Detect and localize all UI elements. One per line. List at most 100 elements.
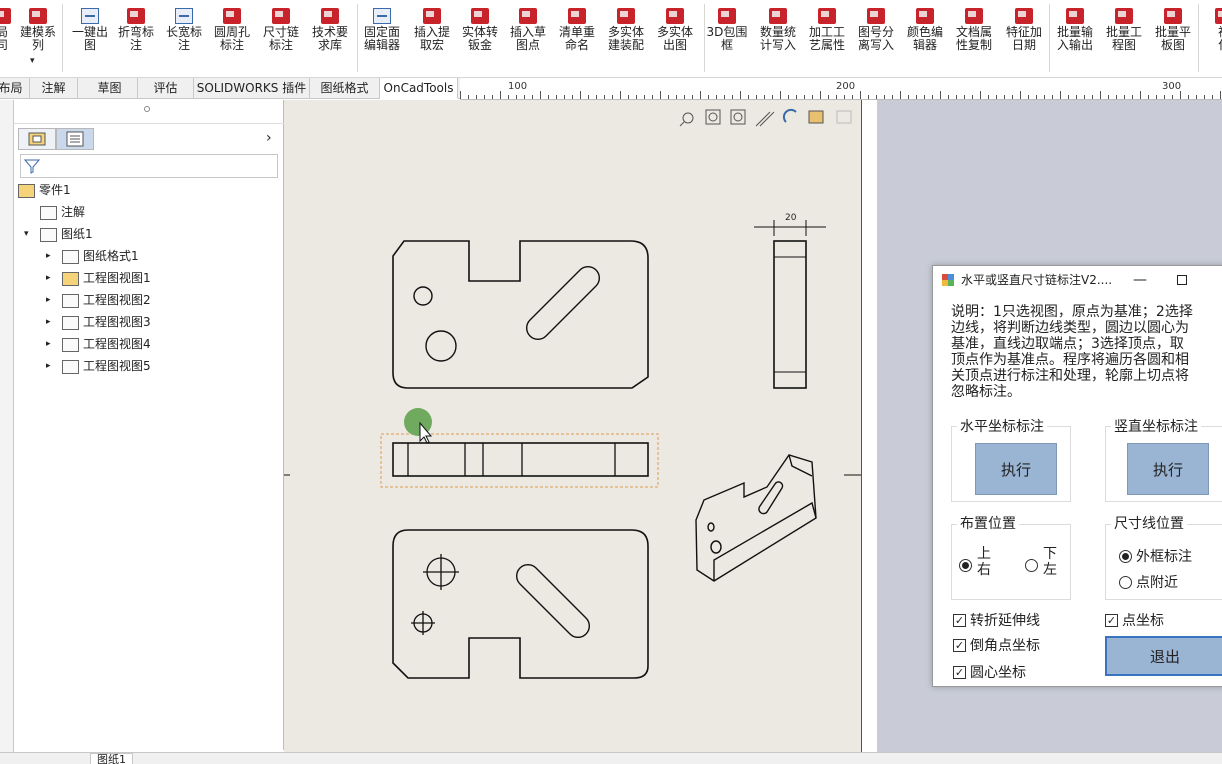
- ruler-tick: [1076, 95, 1077, 99]
- command-tab[interactable]: 图纸格式: [310, 78, 380, 99]
- chamfer-point-label: 倒角点坐标: [970, 638, 1040, 654]
- tree-root[interactable]: 零件1: [18, 180, 71, 200]
- tree-item[interactable]: ▸ 工程图视图1: [46, 268, 151, 288]
- command-tab[interactable]: SOLIDWORKS 插件: [194, 78, 310, 99]
- ribbon-button[interactable]: 实体转 钣金: [456, 8, 504, 52]
- chevron-right-icon[interactable]: ›: [266, 130, 272, 146]
- front-view-outline: [392, 240, 649, 389]
- ribbon-button[interactable]: 加工工 艺属性: [803, 8, 851, 52]
- ribbon-button[interactable]: 批量输 入输出: [1051, 8, 1099, 52]
- expand-right-icon[interactable]: ▸: [46, 290, 51, 310]
- pen-icon: [755, 111, 775, 127]
- ribbon-button[interactable]: 插入提 取宏: [408, 8, 456, 52]
- point-coord-checkbox[interactable]: ✓: [1105, 614, 1118, 627]
- dimline-radio-outer[interactable]: [1119, 550, 1132, 563]
- ribbon-button[interactable]: 多实体 出图: [651, 8, 699, 52]
- expand-right-icon[interactable]: ▸: [46, 334, 51, 354]
- ribbon-button[interactable]: 折弯标 注: [112, 8, 160, 52]
- ribbon-button[interactable]: 文档属 性复制: [950, 8, 998, 52]
- plugin-icon: [519, 8, 537, 24]
- ruler-tick: [1004, 95, 1005, 99]
- horizontal-group-label: 水平坐标标注: [957, 416, 1047, 436]
- ribbon-button-label: 插入草 图点: [509, 25, 546, 52]
- ruler-tick: [964, 95, 965, 99]
- ribbon-button[interactable]: 尺寸链 标注: [257, 8, 305, 52]
- command-tab[interactable]: 评估: [138, 78, 194, 99]
- ribbon-button-label: 长宽标 注: [165, 25, 202, 52]
- ribbon-button[interactable]: 数量统 计写入: [754, 8, 802, 52]
- ribbon-button[interactable]: 特征加 日期: [1000, 8, 1048, 52]
- ribbon-button[interactable]: 长宽标 注: [160, 8, 208, 52]
- top-ruler: 100 200 300: [460, 78, 1222, 100]
- top-view-outline: [392, 442, 649, 477]
- ribbon-button[interactable]: 视 化: [1200, 8, 1222, 52]
- tree-item[interactable]: ▾ 图纸1: [24, 224, 93, 244]
- tree-item[interactable]: ▸ 工程图视图4: [46, 334, 151, 354]
- ribbon-button[interactable]: 圆周孔 标注: [208, 8, 256, 52]
- layout-radio-top-right[interactable]: [959, 559, 972, 572]
- drawing-canvas: [284, 108, 931, 679]
- exit-button[interactable]: 退出: [1105, 636, 1222, 676]
- description-line: 顶点作为基准点。程序将遍历各圆和相: [951, 352, 1189, 368]
- ribbon-button[interactable]: 建模系 列: [14, 8, 62, 52]
- dropdown-arrow-icon[interactable]: ▾: [30, 56, 35, 66]
- tree-filter-input[interactable]: [20, 154, 278, 178]
- vertical-execute-button[interactable]: 执行: [1127, 443, 1209, 495]
- command-tab[interactable]: 草图: [82, 78, 138, 99]
- ribbon-button[interactable]: 图号分 离写入: [852, 8, 900, 52]
- ruler-tick: [532, 95, 533, 99]
- chamfer-point-checkbox[interactable]: ✓: [953, 639, 966, 652]
- tree-item[interactable]: ▸ 工程图视图3: [46, 312, 151, 332]
- tab-property-manager[interactable]: [56, 128, 94, 150]
- ruler-tick: [596, 95, 597, 99]
- expand-down-icon[interactable]: ▾: [24, 224, 29, 244]
- ruler-tick: [940, 91, 941, 99]
- sheet-tab[interactable]: 图纸1: [90, 753, 133, 764]
- ribbon-button[interactable]: 插入草 图点: [504, 8, 552, 52]
- ribbon-button[interactable]: 批量平 板图: [1149, 8, 1197, 52]
- ribbon-button[interactable]: 固定面 编辑器: [358, 8, 406, 52]
- layout-radio-bottom-left[interactable]: [1025, 559, 1038, 572]
- grip-icon[interactable]: [144, 106, 150, 112]
- dialog-title-bar[interactable]: 水平或竖直尺寸链标注V2.... —: [933, 266, 1222, 294]
- tree-item[interactable]: 注解: [40, 202, 85, 222]
- tree-item[interactable]: ▸ 工程图视图2: [46, 290, 151, 310]
- ribbon-button[interactable]: 3D包围 框: [703, 8, 751, 52]
- expand-right-icon[interactable]: ▸: [46, 356, 51, 376]
- ribbon-button[interactable]: 颜色编 辑器: [901, 8, 949, 52]
- feature-tree-icon: [28, 132, 46, 146]
- tree-item[interactable]: ▸ 工程图视图5: [46, 356, 151, 376]
- plugin-icon: [127, 8, 145, 24]
- minimize-icon[interactable]: —: [1133, 266, 1147, 294]
- command-tab[interactable]: 注解: [30, 78, 78, 99]
- ribbon-button[interactable]: 批量工 程图: [1100, 8, 1148, 52]
- ruler-tick: [868, 95, 869, 99]
- ribbon-button[interactable]: 技术要 求库: [306, 8, 354, 52]
- ruler-tick: [1036, 95, 1037, 99]
- command-tab[interactable]: OnCadTools: [380, 78, 458, 99]
- dimline-radio-near[interactable]: [1119, 576, 1132, 589]
- ribbon-button[interactable]: 一键出 图: [66, 8, 114, 52]
- dimension-label: 20: [785, 213, 797, 223]
- tree-item[interactable]: ▸ 图纸格式1: [46, 246, 139, 266]
- expand-right-icon[interactable]: ▸: [46, 312, 51, 332]
- ruler-tick: [652, 95, 653, 99]
- ruler-tick: [820, 91, 821, 99]
- ribbon-button[interactable]: 多实体 建装配: [602, 8, 650, 52]
- ribbon-button-label: 建模系 列: [19, 25, 56, 52]
- dialog-title: 水平或竖直尺寸链标注V2....: [961, 273, 1113, 287]
- ribbon-button[interactable]: 清单重 命名: [553, 8, 601, 52]
- maximize-icon[interactable]: [1177, 275, 1187, 285]
- ruler-tick: [1068, 95, 1069, 99]
- drawing-sheet[interactable]: 20: [284, 100, 931, 752]
- command-tab[interactable]: 布局: [0, 78, 30, 99]
- left-ruler: [0, 100, 14, 764]
- tab-feature-manager[interactable]: [18, 128, 56, 150]
- horizontal-execute-button[interactable]: 执行: [975, 443, 1057, 495]
- zoom-area-icon: [705, 109, 721, 125]
- drawing-view-icon: [62, 293, 79, 308]
- fold-extension-checkbox[interactable]: ✓: [953, 614, 966, 627]
- circle-center-checkbox[interactable]: ✓: [953, 666, 966, 679]
- expand-right-icon[interactable]: ▸: [46, 246, 51, 266]
- expand-right-icon[interactable]: ▸: [46, 268, 51, 288]
